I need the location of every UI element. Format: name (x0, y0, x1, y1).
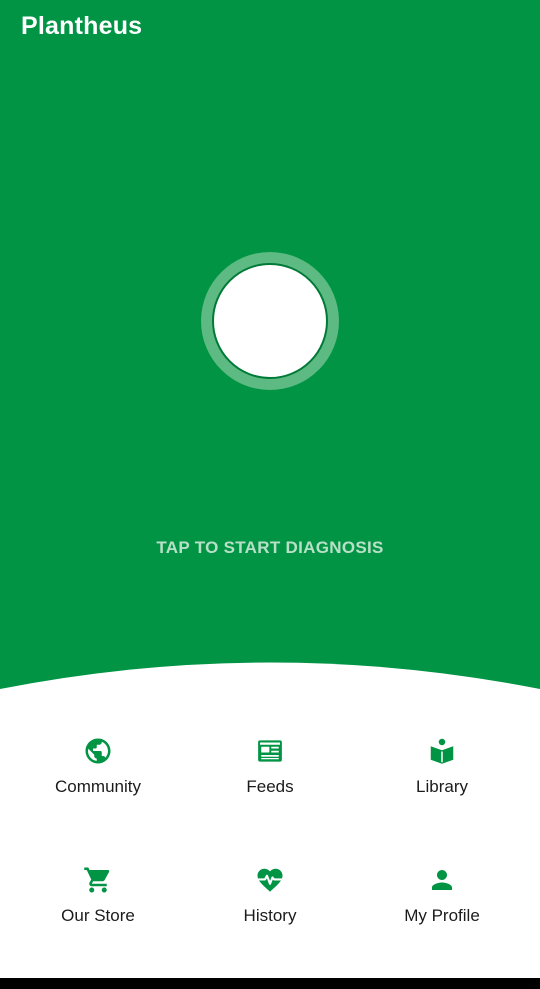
menu-item-history[interactable]: History (180, 849, 360, 959)
menu-label-our-store: Our Store (61, 906, 135, 925)
menu-label-history: History (243, 906, 297, 925)
start-diagnosis-label[interactable]: TAP TO START DIAGNOSIS (0, 538, 540, 558)
cart-icon (84, 867, 110, 893)
menu-label-feeds: Feeds (246, 777, 294, 796)
system-navigation-bar (0, 978, 540, 989)
menu-grid: Community Feeds Library Our Store Histor… (0, 720, 540, 978)
heart-pulse-icon (257, 868, 283, 892)
book-reader-icon (430, 738, 454, 764)
newspaper-icon (258, 740, 282, 762)
menu-item-our-store[interactable]: Our Store (8, 849, 188, 959)
menu-item-my-profile[interactable]: My Profile (352, 849, 532, 959)
globe-icon (85, 738, 111, 764)
person-icon (432, 870, 452, 890)
menu-label-my-profile: My Profile (404, 906, 480, 925)
app-title: Plantheus (21, 12, 143, 40)
menu-label-library: Library (416, 777, 468, 796)
menu-item-feeds[interactable]: Feeds (180, 720, 360, 830)
hero-panel: Plantheus TAP TO START DIAGNOSIS (0, 0, 540, 700)
scan-button-core (212, 263, 328, 379)
diagnosis-scan-button[interactable] (201, 252, 339, 390)
menu-item-library[interactable]: Library (352, 720, 532, 830)
menu-item-community[interactable]: Community (8, 720, 188, 830)
curved-divider (0, 640, 540, 720)
menu-label-community: Community (55, 777, 141, 796)
